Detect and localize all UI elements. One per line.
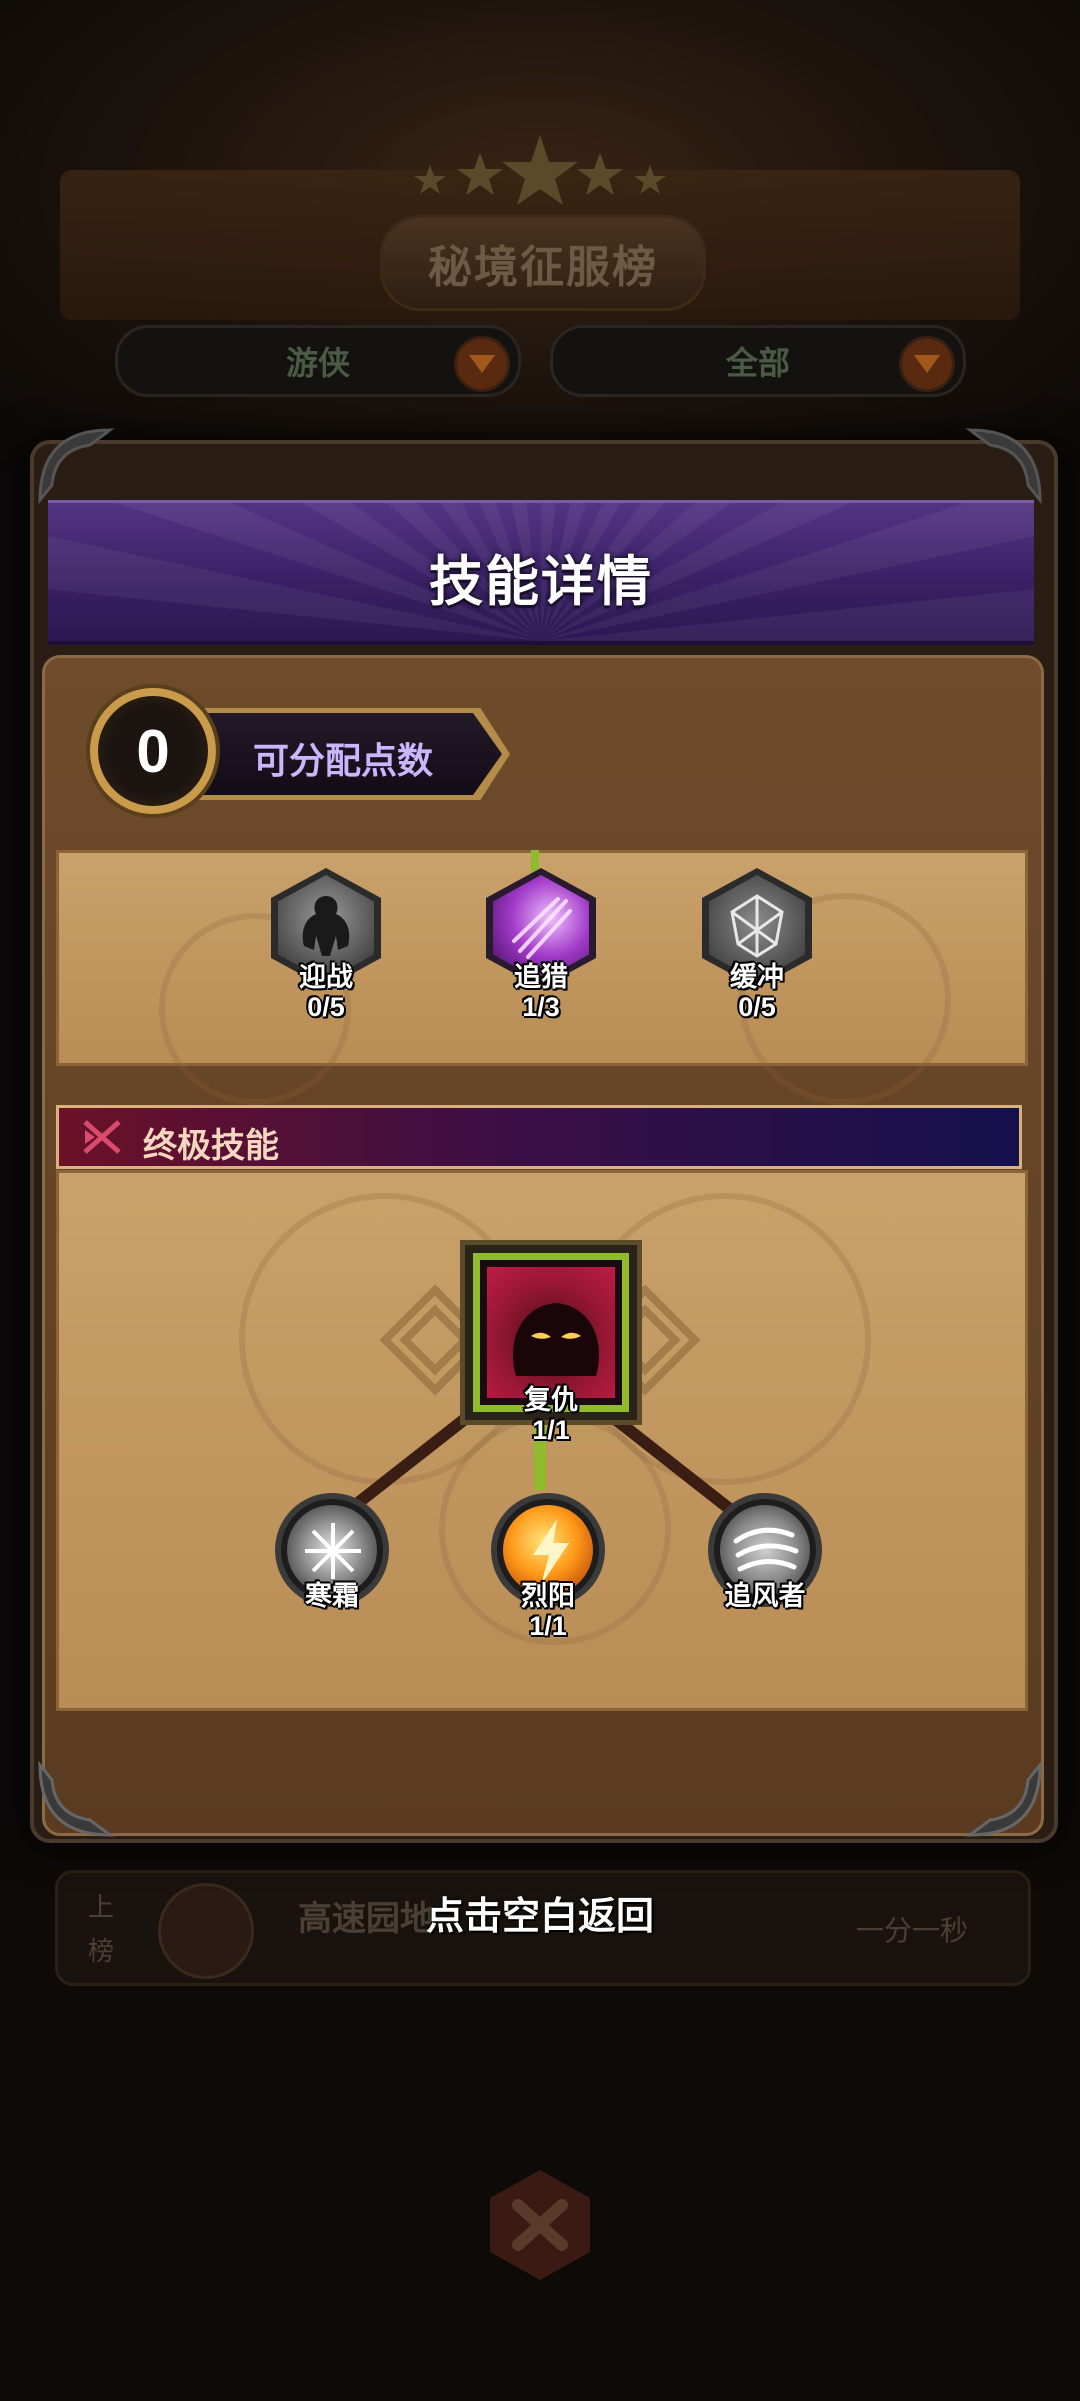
corner-ornament-icon <box>38 428 115 505</box>
rating-stars-icon <box>414 135 666 205</box>
skill-node-yingzhan[interactable]: 迎战 0/5 <box>241 868 411 1022</box>
warrior-silhouette-icon <box>302 896 350 956</box>
skill-level: 0/5 <box>738 992 776 1022</box>
ultimate-section-label: 终极技能 <box>143 1127 279 1165</box>
class-filter-label: 游侠 <box>285 345 350 381</box>
fire-sun-icon <box>533 1519 569 1585</box>
crystal-net-icon <box>730 894 784 958</box>
wind-swirl-icon <box>733 1527 799 1572</box>
ultimate-section-header: 终极技能 <box>56 1105 1022 1169</box>
skill-name: 追风者 <box>724 1581 806 1611</box>
chevron-down-icon <box>454 336 510 392</box>
purple-strike-icon <box>512 897 572 959</box>
scope-filter-label: 全部 <box>725 345 790 381</box>
skill-name: 追猎 <box>514 962 568 992</box>
skill-node-huanchong[interactable]: 缓冲 0/5 <box>672 868 842 1022</box>
skill-name: 烈阳 <box>521 1581 575 1611</box>
points-value: 0 <box>90 688 216 814</box>
skill-level: 1/1 <box>529 1611 567 1641</box>
corner-ornament-icon <box>38 1760 115 1837</box>
skill-level: 1/3 <box>522 992 560 1022</box>
close-x-icon <box>490 2170 590 2280</box>
skill-name: 迎战 <box>299 962 353 992</box>
class-filter-dropdown[interactable]: 游侠 <box>115 325 521 397</box>
leaderboard-title: 秘境征服榜 <box>380 215 706 311</box>
corner-ornament-icon <box>965 1760 1042 1837</box>
dialog-header: 技能详情 <box>48 500 1034 645</box>
skill-level: 0/5 <box>307 992 345 1022</box>
ultimate-branch-lieyang[interactable]: 烈阳 1/1 <box>463 1493 633 1641</box>
ultimate-root-text: 复仇 1/1 <box>466 1385 636 1445</box>
skill-node-zhuilie[interactable]: 追猎 1/3 <box>456 868 626 1022</box>
crossed-blades-icon <box>83 1120 121 1154</box>
skill-name: 寒霜 <box>305 1581 359 1611</box>
skill-name: 复仇 <box>524 1385 578 1415</box>
skill-level: 1/1 <box>532 1415 570 1445</box>
ultimate-branch-hanshuang[interactable]: 寒霜 <box>247 1493 417 1611</box>
frost-burst-icon <box>305 1523 361 1579</box>
corner-ornament-icon <box>965 428 1042 505</box>
points-label: 可分配点数 <box>253 740 434 781</box>
skill-name: 缓冲 <box>730 962 784 992</box>
scope-filter-dropdown[interactable]: 全部 <box>550 325 966 397</box>
shadow-demon-icon <box>512 1303 600 1376</box>
chevron-down-icon <box>899 336 955 392</box>
dialog-title: 技能详情 <box>429 552 653 612</box>
ultimate-branch-zhuifengzhe[interactable]: 追风者 <box>680 1493 850 1611</box>
dismiss-hint[interactable]: 点击空白返回 <box>0 1885 1080 1940</box>
